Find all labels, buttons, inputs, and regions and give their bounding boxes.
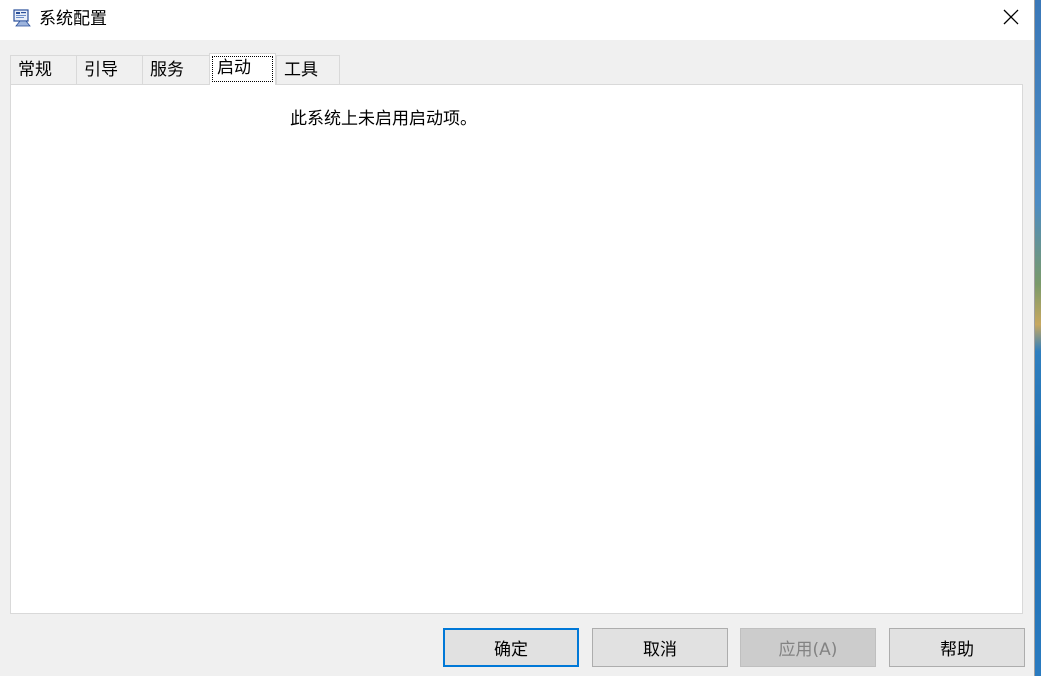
tab-label: 常规 (18, 60, 52, 80)
no-startup-items-message: 此系统上未启用启动项。 (290, 109, 477, 129)
tab-boot[interactable]: 引导 (76, 55, 143, 84)
cancel-button[interactable]: 取消 (592, 628, 728, 667)
close-icon (1002, 8, 1020, 30)
system-configuration-window: 系统配置 常规 引导 服务 启动 工具 此系统上未启用启动项。 确定 取消 应用… (0, 0, 1035, 676)
close-button[interactable] (988, 0, 1034, 38)
tab-label: 工具 (284, 60, 318, 80)
msconfig-app-icon (12, 8, 32, 28)
title-bar[interactable]: 系统配置 (0, 0, 1034, 40)
startup-tab-panel: 此系统上未启用启动项。 (10, 84, 1023, 614)
apply-button[interactable]: 应用(A) (740, 628, 876, 667)
window-title: 系统配置 (39, 9, 107, 29)
tab-label: 服务 (150, 60, 184, 80)
focus-ring (212, 56, 273, 82)
tab-general[interactable]: 常规 (10, 55, 77, 84)
tab-services[interactable]: 服务 (142, 55, 210, 84)
desktop-background-edge (1035, 0, 1041, 676)
ok-button[interactable]: 确定 (443, 628, 579, 667)
help-button[interactable]: 帮助 (889, 628, 1025, 667)
tab-startup[interactable]: 启动 (209, 53, 276, 85)
tab-label: 引导 (84, 60, 118, 80)
tab-tools[interactable]: 工具 (276, 55, 340, 84)
